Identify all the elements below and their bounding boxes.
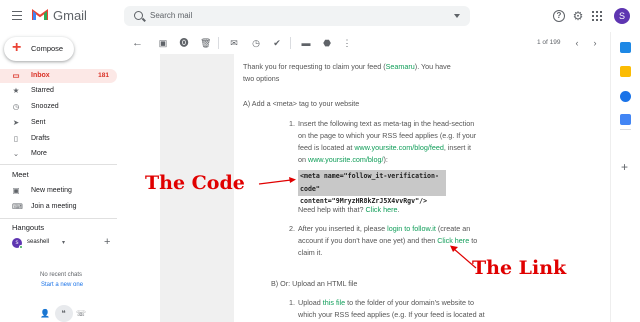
sidebar-item-drafts[interactable]: ▯ Drafts: [0, 132, 117, 146]
send-icon: ➤: [12, 118, 20, 127]
annotation-the-link: The Link: [472, 257, 567, 279]
search-bar[interactable]: Search mail: [124, 6, 470, 26]
main-menu-icon[interactable]: [12, 11, 22, 20]
sidebar-item-snoozed[interactable]: ◷ Snoozed: [0, 100, 117, 114]
toolbar-divider: [218, 37, 219, 49]
person-icon[interactable]: 👤: [40, 309, 50, 318]
calendar-icon[interactable]: [620, 42, 631, 53]
step1-number: 1.: [289, 119, 295, 128]
add-chat-icon[interactable]: +: [104, 236, 110, 248]
site-url-link[interactable]: www.yoursite.com/blog/: [308, 155, 384, 164]
this-file-link[interactable]: this file: [323, 298, 345, 307]
code-line-1: <meta name="follow_it-verification-code": [300, 172, 439, 193]
older-chevron-icon[interactable]: ›: [590, 38, 600, 48]
toolbar-divider: [290, 37, 291, 49]
video-camera-icon: ▣: [12, 186, 20, 195]
gmail-logo-icon[interactable]: [32, 9, 48, 21]
compose-button[interactable]: + Compose: [4, 37, 74, 61]
inbox-count: 181: [98, 72, 109, 79]
keep-icon[interactable]: [620, 66, 631, 77]
apps-grid-icon[interactable]: [592, 11, 602, 21]
clock-icon: ◷: [12, 102, 20, 111]
sidebar-item-label: More: [31, 150, 47, 157]
new-meeting-button[interactable]: ▣ New meeting: [0, 184, 117, 198]
compose-label: Compose: [31, 44, 64, 53]
join-meeting-button[interactable]: ⌨ Join a meeting: [0, 200, 117, 214]
account-avatar[interactable]: S: [614, 8, 630, 24]
divider: [0, 164, 117, 165]
sidebar-item-more[interactable]: ⌄ More: [0, 147, 117, 161]
contacts-icon[interactable]: [620, 114, 631, 125]
sidebar-item-label: Sent: [31, 119, 46, 126]
hangouts-user-dropdown-icon[interactable]: ▾: [62, 239, 65, 246]
inbox-icon: ▭: [12, 71, 20, 80]
hangouts-chat-icon[interactable]: ❝: [59, 309, 68, 318]
step3-number: 1.: [289, 298, 295, 307]
app-name: Gmail: [53, 8, 87, 23]
search-options-icon[interactable]: [454, 14, 460, 18]
step3-line-2: which your RSS feed applies (e.g. If you…: [298, 310, 485, 319]
side-panel-divider: [620, 129, 631, 130]
meet-heading: Meet: [12, 170, 29, 179]
sidebar-item-starred[interactable]: ★ Starred: [0, 84, 117, 98]
phone-icon[interactable]: ☏: [76, 309, 86, 318]
click-here-help-link[interactable]: Click here: [366, 205, 398, 214]
report-spam-icon[interactable]: ⓿: [179, 38, 189, 48]
verification-code-block[interactable]: <meta name="follow_it-verification-code"…: [298, 170, 446, 205]
move-to-icon[interactable]: ▬: [301, 38, 311, 48]
intro-line-2: two options: [243, 74, 280, 83]
get-addons-icon[interactable]: +: [621, 160, 628, 174]
search-icon[interactable]: [134, 11, 143, 20]
step2-number: 2.: [289, 224, 295, 233]
mark-unread-icon[interactable]: ✉: [229, 38, 239, 48]
tasks-icon[interactable]: [620, 91, 631, 102]
compose-plus-icon: +: [12, 39, 22, 56]
help-icon[interactable]: ?: [553, 10, 565, 22]
pagination-text: 1 of 199: [537, 39, 561, 46]
join-meeting-label: Join a meeting: [31, 203, 77, 210]
chevron-down-icon: ⌄: [12, 149, 20, 158]
divider: [0, 218, 117, 219]
feed-url-link[interactable]: www.yoursite.com/blog/feed: [354, 143, 444, 152]
snooze-icon[interactable]: ◷: [251, 38, 261, 48]
search-input[interactable]: Search mail: [150, 11, 192, 20]
annotation-arrow-code: [258, 177, 296, 185]
login-link[interactable]: login to follow.it: [387, 224, 436, 233]
help-line: Need help with that? Click here.: [298, 205, 400, 214]
star-icon: ★: [12, 86, 20, 95]
new-meeting-label: New meeting: [31, 187, 72, 194]
newer-chevron-icon[interactable]: ‹: [572, 38, 582, 48]
annotation-the-code: The Code: [145, 172, 245, 194]
feed-name-link[interactable]: Seamaru: [386, 62, 415, 71]
back-arrow-icon[interactable]: ←: [132, 38, 143, 49]
more-options-icon[interactable]: ⋮: [342, 38, 352, 48]
add-to-tasks-icon[interactable]: ✔: [272, 38, 282, 48]
delete-icon[interactable]: 🗑: [200, 38, 211, 48]
annotation-arrow-link: [450, 245, 477, 269]
option-a-heading: A) Add a <meta> tag to your website: [243, 99, 360, 108]
online-status-icon: [19, 245, 23, 249]
hangouts-user[interactable]: seashell: [27, 239, 49, 245]
start-new-chat-link[interactable]: Start a new one: [41, 282, 83, 288]
hangouts-heading: Hangouts: [12, 223, 45, 232]
label-icon[interactable]: ⬣: [322, 38, 332, 48]
step1-line-4: on www.yoursite.com/blog/):: [298, 155, 388, 164]
option-b-heading: B) Or: Upload an HTML file: [271, 279, 358, 288]
sidebar-item-label: Inbox: [31, 72, 50, 79]
sidebar-item-inbox[interactable]: ▭ Inbox 181: [0, 69, 117, 83]
settings-gear-icon[interactable]: ⚙: [572, 10, 584, 22]
draft-icon: ▯: [13, 134, 19, 143]
sidebar-item-sent[interactable]: ➤ Sent: [0, 116, 117, 130]
sidebar-item-label: Starred: [31, 87, 54, 94]
sidebar-item-label: Drafts: [31, 135, 50, 142]
top-bar: Gmail Search mail ? ⚙ S: [0, 0, 640, 32]
no-recent-chats: No recent chats: [40, 272, 83, 278]
archive-icon[interactable]: ▣: [158, 38, 168, 48]
sidebar-item-label: Snoozed: [31, 103, 59, 110]
keyboard-icon: ⌨: [12, 202, 23, 211]
step2-line-3: claim it.: [298, 248, 323, 257]
